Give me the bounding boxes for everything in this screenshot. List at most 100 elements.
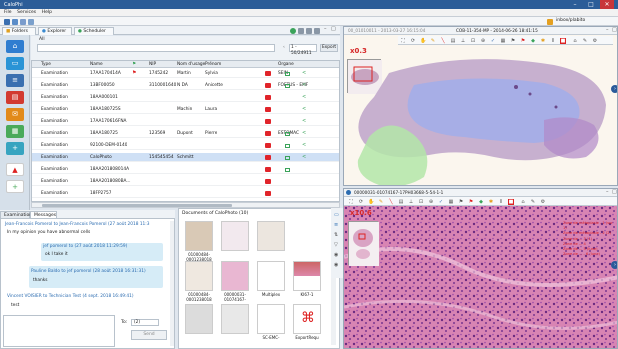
check-icon[interactable]: ✓ xyxy=(490,38,496,44)
annotation-icon-2[interactable]: ⌂ xyxy=(520,199,526,205)
maximize-button[interactable]: □ xyxy=(584,0,598,9)
panel-grid-icon[interactable] xyxy=(314,27,320,34)
tab-scheduler[interactable]: ● Scheduler xyxy=(74,27,114,35)
image-status-icon[interactable] xyxy=(285,143,290,148)
annotation-6[interactable]: Zone de ... - 6 (lune) xyxy=(563,252,617,257)
share-icon[interactable]: < xyxy=(302,118,306,124)
col-organe[interactable]: Organe xyxy=(278,61,294,68)
side-list-icon[interactable]: ≡ xyxy=(334,222,338,228)
page-prev-icon[interactable]: ‹ xyxy=(283,45,285,50)
star-icon[interactable]: ✱ xyxy=(540,38,546,44)
send-button[interactable]: Send xyxy=(131,330,167,340)
check-icon-2[interactable]: ✓ xyxy=(438,199,444,205)
histology-image[interactable] xyxy=(344,197,618,349)
fit-icon-2[interactable]: ⛶ xyxy=(348,199,354,205)
pan-icon[interactable]: ✋ xyxy=(420,38,426,44)
col-nom[interactable]: Nom d'usage xyxy=(177,61,205,68)
document-icon[interactable]: ≡ xyxy=(6,74,24,87)
tab-explorer[interactable]: ● Explorer xyxy=(38,27,72,35)
document-thumbnail[interactable] xyxy=(185,304,213,334)
side-filter-icon[interactable]: ▽ xyxy=(334,242,338,248)
menu-file[interactable]: File xyxy=(4,9,12,17)
document-thumbnail[interactable] xyxy=(221,261,249,291)
record-icon[interactable]: ■ xyxy=(560,37,566,44)
pdf-status-icon[interactable] xyxy=(265,179,271,184)
pdf-status-icon[interactable] xyxy=(265,131,271,136)
image-status-icon[interactable] xyxy=(285,155,290,160)
table-row[interactable]: Examination 18AA180725S Machin Laura < xyxy=(32,105,339,114)
share-icon[interactable]: < xyxy=(302,142,306,148)
side-help-icon[interactable]: ◉ xyxy=(334,262,338,268)
page-range[interactable]: 1 - 50/24911 xyxy=(289,44,317,56)
table-row[interactable]: Examination 13BF00050 3110001640 N DA Anicet… xyxy=(32,81,339,90)
grid-icon[interactable]: ▦ xyxy=(500,38,506,44)
line-icon[interactable]: ╲ xyxy=(440,38,446,44)
viewer-bottom-title[interactable]: 00000031-01074167-17PH03668-5-54-1-1 xyxy=(354,189,443,197)
viewer-bottom-minimize-icon[interactable]: – xyxy=(606,189,609,195)
viewer-top-tab-2[interactable]: COB-11-354-MP - 2014-06-26 18:41:15 xyxy=(456,27,538,35)
export-button[interactable]: Export xyxy=(320,44,338,52)
pdf-status-icon[interactable] xyxy=(265,71,271,76)
tissue-slide-image[interactable] xyxy=(344,45,618,186)
grid-icon-2[interactable]: ▦ xyxy=(448,199,454,205)
col-prenom[interactable]: Prénom xyxy=(205,61,221,68)
col-name[interactable]: Name xyxy=(90,61,103,68)
table-row[interactable]: Examination 18AA000101 < xyxy=(32,93,339,102)
print-icon-2[interactable]: ▤ xyxy=(398,199,404,205)
share-icon-2[interactable]: ◆ xyxy=(478,199,484,205)
pdf-status-icon[interactable] xyxy=(265,143,271,148)
new-icon[interactable] xyxy=(4,18,10,25)
crop-icon-2[interactable]: ⊡ xyxy=(418,199,424,205)
table-row[interactable]: Examination CaloPhoto 154545454 Schmitt < xyxy=(32,153,339,162)
user-label[interactable]: inbox/plabito xyxy=(556,18,585,23)
home-icon[interactable]: ⌂ xyxy=(6,40,24,53)
table-row[interactable]: Examination 18FP2757 xyxy=(32,189,339,198)
side-sort-icon[interactable]: ⇅ xyxy=(334,232,338,238)
warning-icon[interactable]: ▲ xyxy=(6,163,24,176)
image-status-icon[interactable] xyxy=(285,83,290,88)
viewer-top-minimize-icon[interactable]: – xyxy=(606,27,609,33)
image-status-icon[interactable] xyxy=(285,167,290,172)
panel-maximize-icon[interactable]: □ xyxy=(331,26,336,32)
scroll-thumb[interactable] xyxy=(42,204,232,207)
messages-scrollbar[interactable] xyxy=(170,221,174,346)
pdf-status-icon[interactable] xyxy=(265,191,271,196)
calendar-icon[interactable]: ▦ xyxy=(6,125,24,138)
rotate-icon-2[interactable]: ⟳ xyxy=(358,199,364,205)
image-status-icon[interactable] xyxy=(285,71,290,76)
settings-icon-2[interactable]: ⚙ xyxy=(540,199,546,205)
save-icon[interactable] xyxy=(20,18,26,25)
annotation-icon[interactable]: ⌂ xyxy=(572,38,578,44)
pdf-status-icon[interactable] xyxy=(265,83,271,88)
monitor-icon[interactable]: ▭ xyxy=(6,57,24,70)
document-thumbnail[interactable] xyxy=(257,261,285,291)
rotate-icon[interactable]: ⟳ xyxy=(410,38,416,44)
document-thumbnail[interactable] xyxy=(185,221,213,251)
image-status-icon[interactable] xyxy=(285,131,290,136)
layout-icon[interactable] xyxy=(28,18,34,25)
document-thumbnail[interactable] xyxy=(293,261,321,291)
viewer-bottom-next-icon[interactable]: › xyxy=(611,261,617,269)
table-row[interactable]: Examination 18AA180725 123569 Dupont Pierre E… xyxy=(32,129,339,138)
compare-icon[interactable]: ⦀ xyxy=(550,38,556,44)
red-flag-icon[interactable]: ⚑ xyxy=(132,70,136,76)
document-thumbnail[interactable] xyxy=(257,221,285,251)
crop-icon[interactable]: ⊡ xyxy=(470,38,476,44)
printer-icon[interactable]: ▤ xyxy=(6,91,24,104)
tab-folders[interactable]: ■ Folders xyxy=(2,27,36,35)
pen-icon[interactable]: ✎ xyxy=(582,38,588,44)
flag-icon-2[interactable]: ⚑ xyxy=(468,199,474,205)
viewer-bottom-maximize-icon[interactable]: □ xyxy=(612,189,617,195)
close-button[interactable]: ✕ xyxy=(600,0,614,9)
table-row[interactable]: Examination 17AA170616FNA < xyxy=(32,117,339,126)
pdf-status-icon[interactable] xyxy=(265,95,271,100)
side-info-icon[interactable]: ◉ xyxy=(334,252,338,258)
share-icon[interactable]: < xyxy=(302,154,306,160)
pdf-status-icon[interactable] xyxy=(265,167,271,172)
zoom-icon-2[interactable]: ⊕ xyxy=(428,199,434,205)
compare-icon-2[interactable]: ⦀ xyxy=(498,199,504,205)
flag-icon[interactable]: ⚑ xyxy=(520,38,526,44)
bottom-overview-thumbnail[interactable] xyxy=(348,221,379,266)
line-icon-2[interactable]: ╲ xyxy=(388,199,394,205)
fit-icon[interactable]: ⛶ xyxy=(400,38,406,44)
